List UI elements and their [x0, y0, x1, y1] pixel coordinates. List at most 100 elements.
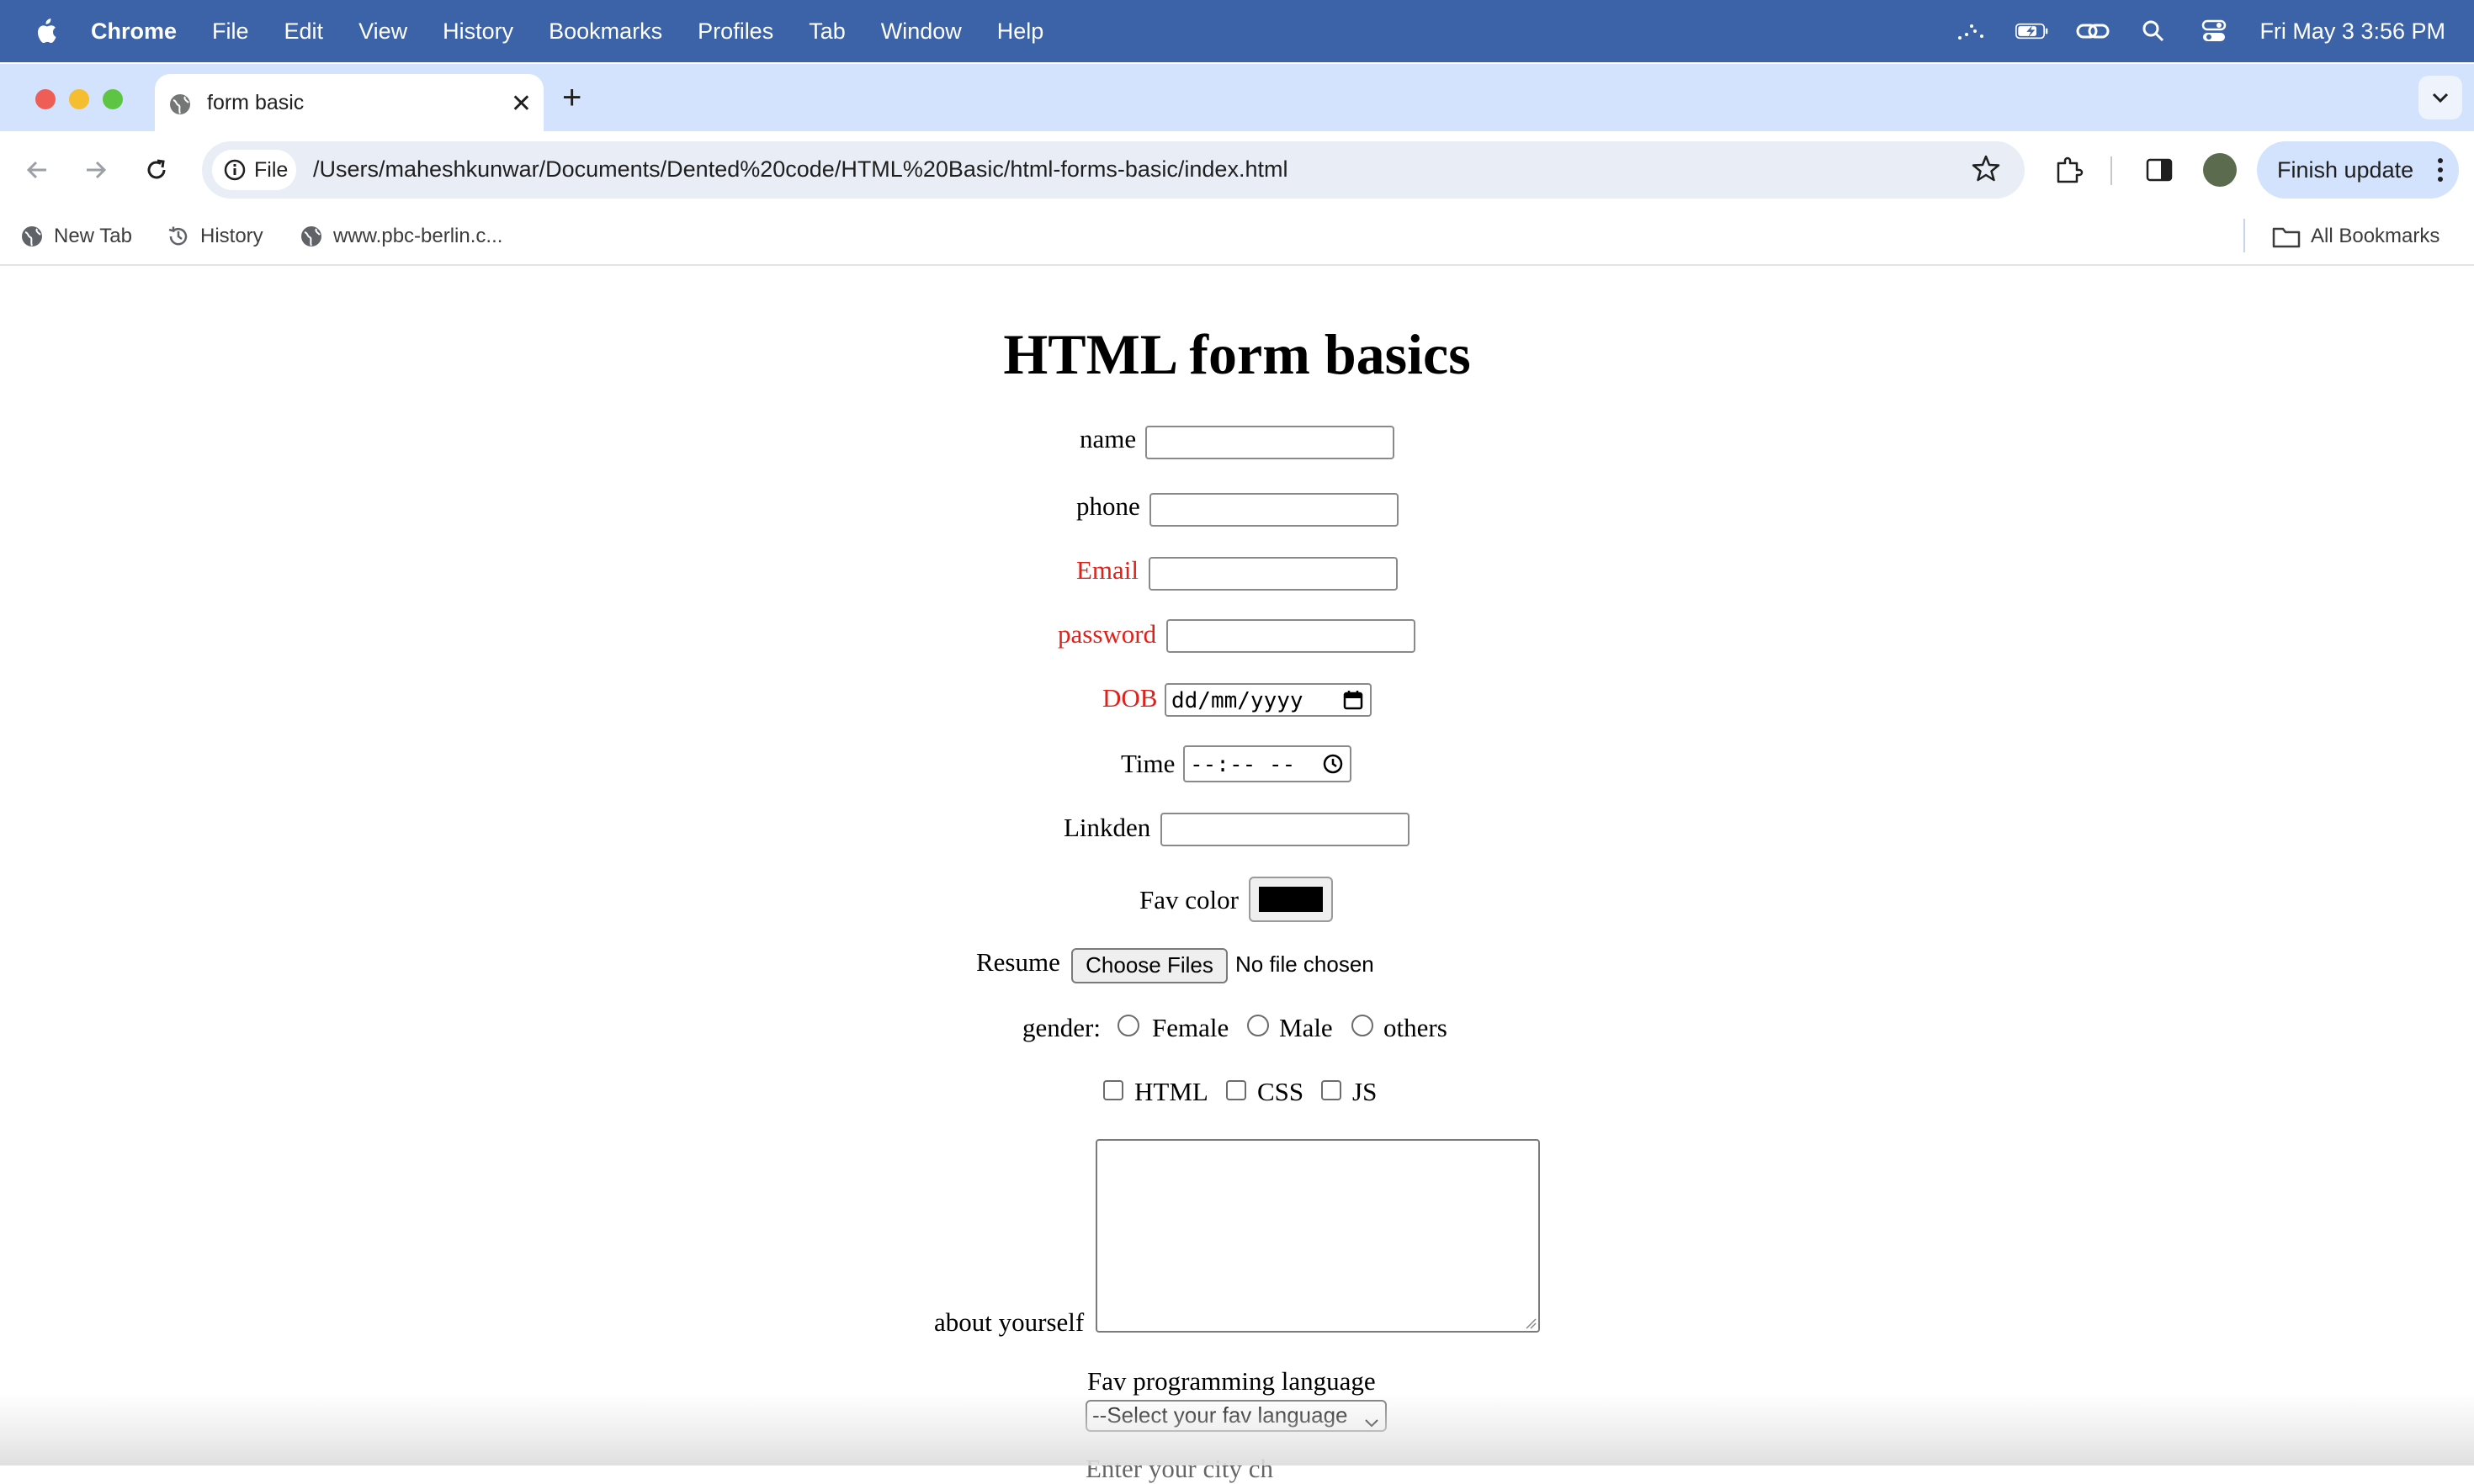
email-label: Email: [1076, 555, 1139, 585]
new-tab-button[interactable]: +: [562, 81, 581, 114]
finish-update-label: Finish update: [2277, 156, 2414, 183]
chevron-down-icon: [1363, 1408, 1380, 1435]
tab-search-button[interactable]: [2418, 76, 2462, 119]
phone-input[interactable]: [1149, 493, 1399, 527]
gender-label: gender:: [1022, 1013, 1101, 1042]
arrow-right-icon: [87, 161, 107, 179]
menu-bookmarks[interactable]: Bookmarks: [549, 19, 662, 45]
file-status: No file chosen: [1235, 951, 1374, 977]
bookmarks-divider: [2243, 219, 2245, 252]
battery-icon[interactable]: [2015, 19, 2049, 43]
fav-color-picker[interactable]: [1249, 877, 1333, 922]
link-icon[interactable]: [2076, 19, 2110, 43]
more-vert-icon[interactable]: [2437, 156, 2444, 188]
menu-chrome[interactable]: Chrome: [91, 19, 177, 45]
address-bar[interactable]: File /Users/maheshkunwar/Documents/Dente…: [202, 141, 2025, 199]
menu-profiles[interactable]: Profiles: [698, 19, 773, 45]
minimize-window-button[interactable]: [69, 89, 89, 109]
forward-button[interactable]: [77, 151, 114, 188]
browser-toolbar: File /Users/maheshkunwar/Documents/Dente…: [0, 131, 2474, 209]
dob-label: DOB: [1102, 683, 1158, 713]
choose-files-button[interactable]: Choose Files: [1071, 948, 1228, 983]
control-center-icon[interactable]: [2197, 19, 2231, 43]
page-title: HTML form basics: [1003, 322, 1471, 386]
bookmark-history[interactable]: History: [167, 222, 263, 251]
password-input[interactable]: [1166, 619, 1415, 653]
linkden-input[interactable]: [1160, 813, 1410, 846]
gender-option-label: others: [1383, 1013, 1447, 1042]
html-checkbox[interactable]: [1103, 1080, 1123, 1100]
js-checkbox[interactable]: [1321, 1080, 1341, 1100]
toolbar-divider: [2110, 156, 2112, 185]
folder-icon: [2272, 225, 2301, 248]
clock-icon[interactable]: [1323, 754, 1343, 778]
tab-title: form basic: [207, 91, 305, 114]
extensions-icon[interactable]: [2050, 151, 2087, 188]
status-area: Fri May 3 3:56 PM: [1928, 0, 2445, 62]
time-label: Time: [1121, 749, 1176, 778]
zoom-window-button[interactable]: [103, 89, 123, 109]
about-label: about yourself: [934, 1307, 1085, 1337]
globe-icon: [20, 225, 44, 248]
side-panel-icon[interactable]: [2141, 151, 2178, 188]
search-icon[interactable]: [2137, 19, 2170, 43]
dob-placeholder: dd/mm/yyyy: [1171, 688, 1303, 713]
gender-others-radio[interactable]: [1351, 1015, 1373, 1036]
gender-option-label: Female: [1152, 1013, 1229, 1042]
about-textarea[interactable]: [1096, 1139, 1540, 1333]
menu-file[interactable]: File: [212, 19, 249, 45]
menu-help[interactable]: Help: [997, 19, 1044, 45]
name-input[interactable]: [1145, 426, 1394, 459]
resize-handle-icon[interactable]: [1523, 1316, 1537, 1329]
gender-option-label: Male: [1279, 1013, 1333, 1042]
fav-language-select[interactable]: --Select your fav language: [1086, 1400, 1387, 1432]
all-bookmarks-label: All Bookmarks: [2311, 225, 2440, 247]
menu-edit[interactable]: Edit: [284, 19, 324, 45]
close-tab-icon[interactable]: ✕: [511, 89, 532, 119]
bookmark-label: New Tab: [54, 225, 132, 247]
finish-update-button[interactable]: Finish update: [2257, 141, 2459, 199]
bookmark-new-tab[interactable]: New Tab: [20, 222, 132, 251]
bookmark-pbc-berlin[interactable]: www.pbc-berlin.c...: [300, 222, 502, 251]
fav-color-label: Fav color: [1139, 885, 1239, 914]
arrow-left-icon: [26, 161, 46, 179]
time-input[interactable]: --:-- --: [1183, 745, 1351, 782]
chip-label: File: [254, 157, 289, 182]
clock[interactable]: Fri May 3 3:56 PM: [2259, 19, 2445, 45]
reload-icon: [147, 159, 166, 179]
weather-icon[interactable]: [1955, 19, 1988, 43]
menu-history[interactable]: History: [443, 19, 513, 45]
email-input[interactable]: [1149, 557, 1398, 591]
phone-label: phone: [1076, 491, 1140, 521]
calendar-icon[interactable]: [1343, 690, 1363, 714]
partial-next-label: Enter your city ch: [1086, 1454, 1273, 1483]
bookmarks-bar: New Tab History www.pbc-berlin.c... All …: [0, 209, 2474, 266]
menu-window[interactable]: Window: [881, 19, 962, 45]
linkden-label: Linkden: [1064, 813, 1151, 842]
close-window-button[interactable]: [35, 89, 56, 109]
site-info-chip[interactable]: File: [212, 150, 296, 190]
back-button[interactable]: [19, 151, 56, 188]
password-label: password: [1058, 619, 1157, 649]
profile-avatar[interactable]: [2203, 153, 2237, 187]
menu-view[interactable]: View: [358, 19, 407, 45]
tab-strip: form basic ✕ +: [0, 64, 2474, 131]
reload-button[interactable]: [138, 151, 175, 188]
url-text[interactable]: /Users/maheshkunwar/Documents/Dented%20c…: [313, 156, 1287, 183]
gender-female-radio[interactable]: [1118, 1015, 1139, 1036]
name-label: name: [1080, 424, 1137, 453]
css-checkbox[interactable]: [1226, 1080, 1246, 1100]
apple-icon[interactable]: [34, 18, 57, 45]
globe-icon: [168, 93, 192, 120]
dob-input[interactable]: dd/mm/yyyy: [1165, 683, 1372, 717]
menu-tab[interactable]: Tab: [809, 19, 846, 45]
tab-form-basic[interactable]: form basic ✕: [155, 74, 544, 131]
gender-male-radio[interactable]: [1247, 1015, 1269, 1036]
resume-label: Resume: [976, 947, 1060, 977]
info-icon: [224, 159, 246, 181]
bookmark-star-icon[interactable]: [1971, 153, 2001, 188]
history-icon: [167, 225, 190, 248]
all-bookmarks-button[interactable]: All Bookmarks: [2272, 222, 2439, 251]
skill-label: CSS: [1257, 1077, 1304, 1106]
color-swatch: [1259, 887, 1323, 912]
